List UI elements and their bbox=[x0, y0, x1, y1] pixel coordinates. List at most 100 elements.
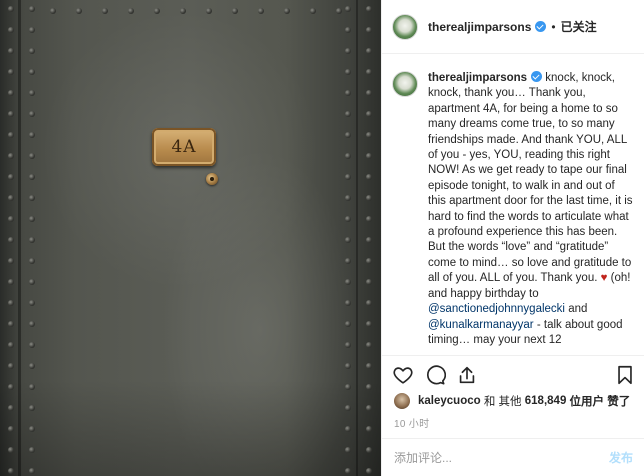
author-username[interactable]: therealjimparsons bbox=[428, 20, 531, 34]
rivet bbox=[29, 468, 35, 474]
rivet bbox=[345, 321, 351, 327]
rivet bbox=[345, 468, 351, 474]
rivet bbox=[29, 384, 35, 390]
rivet bbox=[345, 90, 351, 96]
rivet bbox=[8, 279, 14, 285]
likes-count[interactable]: 618,849 bbox=[525, 395, 567, 407]
post-photo-door[interactable]: 4A bbox=[0, 0, 381, 476]
rivet bbox=[366, 69, 372, 75]
author-avatar[interactable] bbox=[392, 13, 418, 40]
likes-suffix[interactable]: 位用户 赞了 bbox=[570, 393, 631, 409]
rivet bbox=[345, 363, 351, 369]
rivet bbox=[29, 216, 35, 222]
rivet bbox=[366, 258, 372, 264]
rivet bbox=[345, 48, 351, 54]
rivet bbox=[345, 195, 351, 201]
door-peephole bbox=[206, 173, 218, 185]
verified-badge-icon bbox=[531, 71, 543, 82]
rivet bbox=[29, 48, 35, 54]
rivet bbox=[345, 342, 351, 348]
rivet bbox=[366, 468, 372, 474]
rivet bbox=[366, 447, 372, 453]
header-separator: • bbox=[551, 19, 556, 34]
rivet bbox=[8, 27, 14, 33]
rivet bbox=[102, 8, 108, 14]
rivet bbox=[345, 384, 351, 390]
rivet bbox=[345, 174, 351, 180]
rivet bbox=[366, 342, 372, 348]
rivet bbox=[8, 342, 14, 348]
rivet bbox=[8, 216, 14, 222]
post-comment-button[interactable]: 发布 bbox=[609, 449, 633, 466]
rivet bbox=[345, 69, 351, 75]
share-arrow-icon[interactable] bbox=[456, 364, 478, 386]
mention-link-kunalkarmanayyar[interactable]: @kunalkarmanayyar bbox=[428, 319, 534, 331]
rivet bbox=[29, 321, 35, 327]
rivet bbox=[366, 90, 372, 96]
rivet bbox=[29, 237, 35, 243]
rivet bbox=[29, 174, 35, 180]
caption-username[interactable]: therealjimparsons bbox=[428, 72, 527, 84]
rivet bbox=[29, 153, 35, 159]
heart-outline-icon[interactable] bbox=[392, 364, 414, 386]
likes-connector: 和 其他 bbox=[483, 396, 522, 408]
following-button[interactable]: 已关注 bbox=[561, 18, 597, 35]
rivet bbox=[366, 426, 372, 432]
rivet bbox=[29, 426, 35, 432]
caption-and: and bbox=[568, 303, 588, 316]
rivet bbox=[29, 27, 35, 33]
verified-badge-icon bbox=[535, 21, 547, 32]
rivet bbox=[345, 111, 351, 117]
caption-text: therealjimparsons knock, knock, knock, t… bbox=[428, 71, 635, 348]
rivet bbox=[8, 69, 14, 75]
rivet bbox=[8, 405, 14, 411]
rivet bbox=[29, 300, 35, 306]
rivet bbox=[8, 6, 14, 12]
rivet bbox=[76, 8, 82, 14]
rivet bbox=[29, 90, 35, 96]
rivet bbox=[366, 237, 372, 243]
rivet bbox=[366, 216, 372, 222]
rivet bbox=[8, 321, 14, 327]
rivet bbox=[180, 8, 186, 14]
rivet bbox=[29, 6, 35, 12]
rivet bbox=[345, 426, 351, 432]
post-timestamp[interactable]: 10 小时 bbox=[394, 415, 429, 430]
bookmark-icon[interactable] bbox=[614, 364, 636, 386]
rivet bbox=[336, 8, 342, 14]
rivet bbox=[8, 195, 14, 201]
rivet bbox=[345, 447, 351, 453]
rivet bbox=[29, 279, 35, 285]
rivet bbox=[29, 111, 35, 117]
rivet bbox=[345, 300, 351, 306]
rivet bbox=[366, 132, 372, 138]
comment-input[interactable] bbox=[394, 450, 609, 465]
instagram-post: 4A therealjimparsons • 已关注 therealjimpar… bbox=[0, 0, 644, 476]
rivet bbox=[310, 8, 316, 14]
rivet bbox=[8, 300, 14, 306]
action-bar bbox=[382, 355, 644, 393]
rivet bbox=[29, 195, 35, 201]
liker-username[interactable]: kaleycuoco bbox=[418, 395, 481, 407]
rivet bbox=[345, 153, 351, 159]
rivet bbox=[50, 8, 56, 14]
rivet bbox=[8, 174, 14, 180]
rivet bbox=[154, 8, 160, 14]
rivet bbox=[128, 8, 134, 14]
rivet bbox=[29, 342, 35, 348]
rivet bbox=[29, 132, 35, 138]
door-shadow bbox=[0, 380, 381, 476]
caption-avatar[interactable] bbox=[392, 71, 418, 97]
rivet bbox=[366, 48, 372, 54]
rivet bbox=[29, 447, 35, 453]
rivet bbox=[8, 48, 14, 54]
rivet bbox=[258, 8, 264, 14]
post-side-panel: therealjimparsons • 已关注 therealjimparson… bbox=[381, 0, 644, 476]
rivet bbox=[8, 153, 14, 159]
comment-bubble-icon[interactable] bbox=[424, 364, 447, 386]
comments-section[interactable]: therealjimparsons knock, knock, knock, t… bbox=[382, 55, 644, 355]
apartment-number-plate: 4A bbox=[152, 128, 216, 166]
liker-avatar[interactable] bbox=[394, 393, 410, 409]
mention-link-johnnygalecki[interactable]: @sanctionedjohnnygalecki bbox=[428, 303, 565, 315]
rivet bbox=[8, 132, 14, 138]
